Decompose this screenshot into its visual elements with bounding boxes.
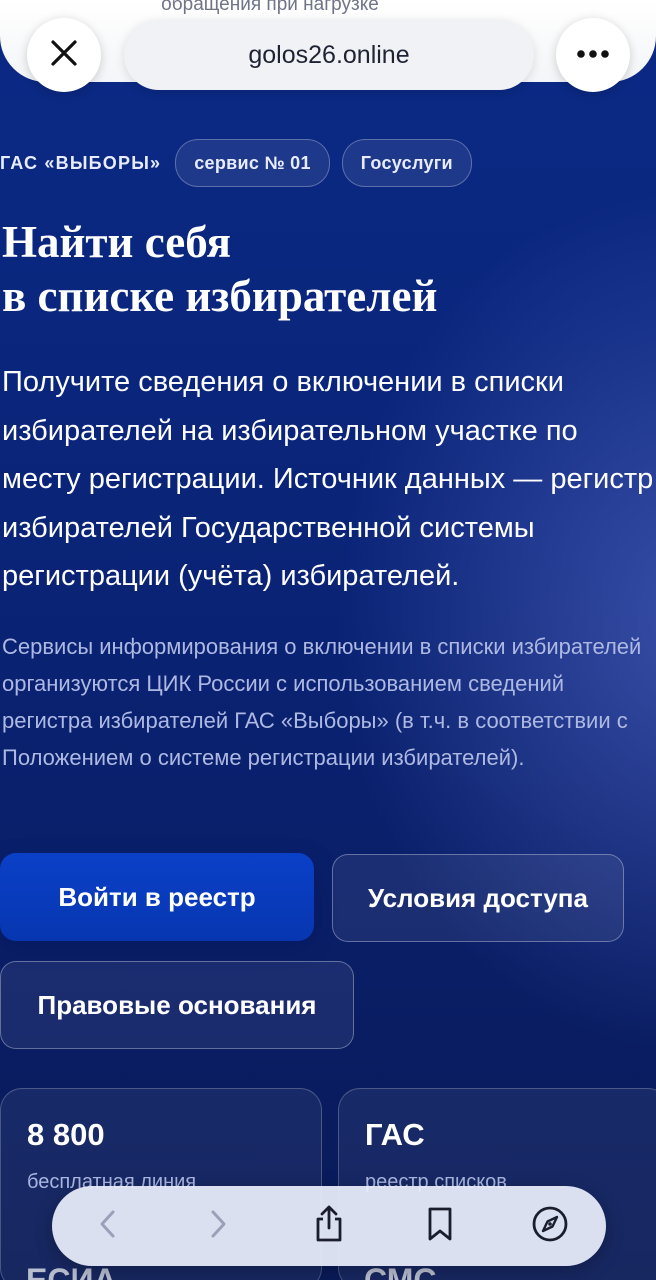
address-bar[interactable]: golos26.online	[124, 20, 534, 90]
more-button[interactable]	[556, 18, 630, 92]
source-chip: Госуслуги	[341, 139, 472, 187]
page: ГАС «ВЫБОРЫ» сервис № 01 Госуслуги Найти…	[0, 0, 656, 1280]
back-icon	[97, 1208, 119, 1245]
lead-text: Получите сведения о включении в списки и…	[2, 366, 654, 592]
compass-icon	[531, 1205, 569, 1248]
url-text: golos26.online	[248, 40, 410, 69]
service-chip: сервис № 01	[175, 139, 330, 187]
tabs-button[interactable]	[522, 1198, 578, 1254]
back-button[interactable]	[80, 1198, 136, 1254]
page-title: Найти себя в списке избирателей	[2, 215, 652, 323]
stat-value: ГАС	[365, 1117, 425, 1152]
close-icon	[49, 38, 79, 73]
browser-toolbar	[52, 1186, 606, 1266]
title-line-2: в списке избирателей	[2, 271, 438, 321]
system-label: ГАС «ВЫБОРЫ»	[0, 152, 162, 173]
forward-button[interactable]	[190, 1198, 246, 1254]
scrolled-content-text: обращения при нагрузке	[161, 0, 379, 15]
bookmarks-button[interactable]	[412, 1198, 468, 1254]
title-line-1: Найти себя	[2, 217, 231, 267]
close-button[interactable]	[27, 18, 101, 92]
more-icon	[576, 46, 610, 64]
access-conditions-button[interactable]: Условия доступа	[332, 854, 624, 942]
stat-value: 8 800	[27, 1117, 105, 1152]
bookmarks-icon	[425, 1206, 455, 1247]
legal-basis-button[interactable]: Правовые основания	[0, 961, 354, 1049]
login-registry-button[interactable]: Войти в реестр	[0, 853, 314, 941]
share-icon	[311, 1204, 347, 1249]
tag-row: ГАС «ВЫБОРЫ» сервис № 01 Госуслуги	[0, 138, 484, 188]
share-button[interactable]	[301, 1198, 357, 1254]
forward-icon	[207, 1208, 229, 1245]
note-text: Сервисы информирования о включении в спи…	[2, 634, 642, 770]
